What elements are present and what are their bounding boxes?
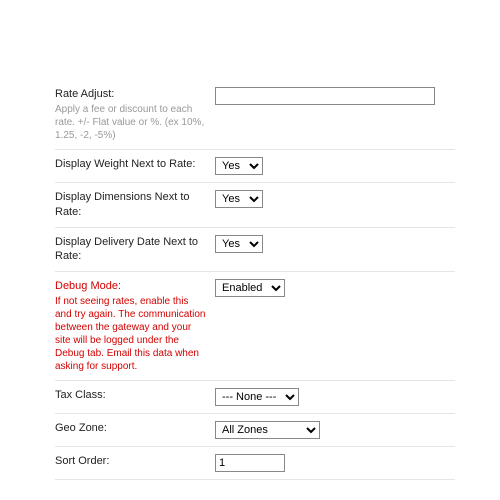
display-delivery-select[interactable]: YesNo bbox=[215, 235, 263, 253]
tax-class-label: Tax Class: bbox=[55, 388, 207, 403]
display-dimensions-label: Display Dimensions Next to Rate: bbox=[55, 190, 207, 220]
input-col: --- None --- bbox=[215, 388, 455, 406]
label-rate-adjust: Rate Adjust: Apply a fee or discount to … bbox=[55, 87, 215, 142]
rate-adjust-label: Rate Adjust: bbox=[55, 87, 207, 102]
debug-mode-select[interactable]: EnabledDisabled bbox=[215, 279, 285, 297]
label-tax-class: Tax Class: bbox=[55, 388, 215, 403]
geo-zone-select[interactable]: All Zones bbox=[215, 421, 320, 439]
display-delivery-label: Display Delivery Date Next to Rate: bbox=[55, 235, 207, 265]
display-weight-label: Display Weight Next to Rate: bbox=[55, 157, 207, 172]
tax-class-select[interactable]: --- None --- bbox=[215, 388, 299, 406]
input-col bbox=[215, 454, 455, 472]
input-col: YesNo bbox=[215, 190, 455, 208]
label-display-dimensions: Display Dimensions Next to Rate: bbox=[55, 190, 215, 220]
row-tax-class: Tax Class: --- None --- bbox=[55, 381, 455, 414]
row-sort-order: Sort Order: bbox=[55, 447, 455, 480]
label-geo-zone: Geo Zone: bbox=[55, 421, 215, 436]
row-geo-zone: Geo Zone: All Zones bbox=[55, 414, 455, 447]
input-col bbox=[215, 87, 455, 105]
label-display-weight: Display Weight Next to Rate: bbox=[55, 157, 215, 172]
input-col: All Zones bbox=[215, 421, 455, 439]
label-debug-mode: Debug Mode: If not seeing rates, enable … bbox=[55, 279, 215, 373]
display-dimensions-select[interactable]: YesNo bbox=[215, 190, 263, 208]
row-display-dimensions: Display Dimensions Next to Rate: YesNo bbox=[55, 183, 455, 228]
row-display-delivery: Display Delivery Date Next to Rate: YesN… bbox=[55, 228, 455, 273]
rate-adjust-input[interactable] bbox=[215, 87, 435, 105]
input-col: EnabledDisabled bbox=[215, 279, 455, 297]
debug-mode-label: Debug Mode: bbox=[55, 279, 207, 294]
display-weight-select[interactable]: YesNo bbox=[215, 157, 263, 175]
input-col: YesNo bbox=[215, 157, 455, 175]
settings-form: Rate Adjust: Apply a fee or discount to … bbox=[0, 0, 500, 500]
sort-order-input[interactable] bbox=[215, 454, 285, 472]
debug-mode-hint: If not seeing rates, enable this and try… bbox=[55, 295, 207, 373]
row-rate-adjust: Rate Adjust: Apply a fee or discount to … bbox=[55, 80, 455, 150]
rate-adjust-hint: Apply a fee or discount to each rate. +/… bbox=[55, 103, 207, 142]
label-sort-order: Sort Order: bbox=[55, 454, 215, 469]
input-col: YesNo bbox=[215, 235, 455, 253]
row-display-weight: Display Weight Next to Rate: YesNo bbox=[55, 150, 455, 183]
sort-order-label: Sort Order: bbox=[55, 454, 207, 469]
label-display-delivery: Display Delivery Date Next to Rate: bbox=[55, 235, 215, 265]
geo-zone-label: Geo Zone: bbox=[55, 421, 207, 436]
row-debug-mode: Debug Mode: If not seeing rates, enable … bbox=[55, 272, 455, 381]
